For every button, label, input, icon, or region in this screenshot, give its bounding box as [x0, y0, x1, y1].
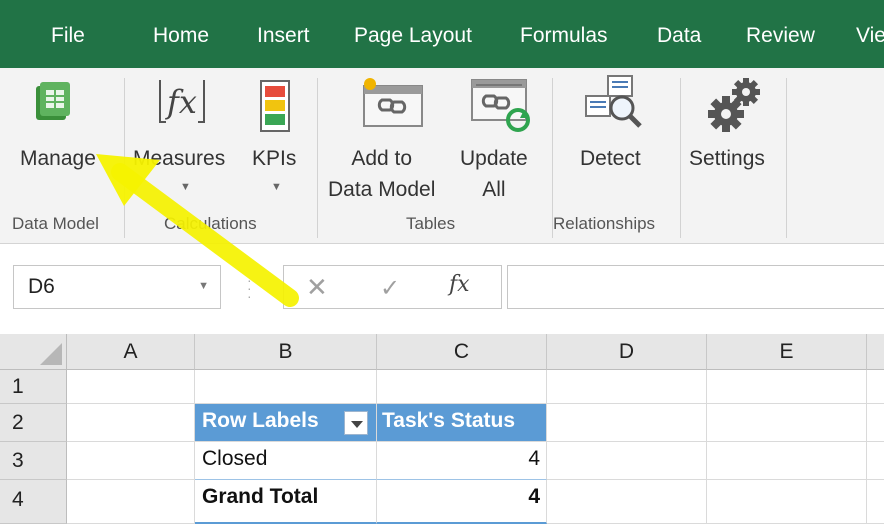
svg-text:fx: fx: [165, 83, 197, 121]
cell[interactable]: [67, 404, 195, 442]
excel-window: { "menu": { "tabs": ["File", "Home", "In…: [0, 0, 884, 524]
function-icon: fx: [156, 78, 208, 129]
column-header-a[interactable]: A: [67, 334, 195, 370]
tab-review[interactable]: Review: [746, 24, 815, 48]
gear-icon: [708, 76, 764, 139]
detect-icon: [584, 74, 644, 135]
cell[interactable]: [67, 370, 195, 404]
settings-button[interactable]: Settings: [689, 143, 765, 174]
measures-button[interactable]: Measures: [133, 143, 225, 174]
cell[interactable]: [67, 442, 195, 480]
cell[interactable]: [707, 404, 867, 442]
kpi-icon: [260, 80, 290, 137]
insert-function-button[interactable]: fx: [449, 272, 470, 297]
pivot-total-value-text: 4: [528, 485, 540, 508]
pivot-row-label-text: Closed: [202, 447, 268, 470]
cell[interactable]: [867, 404, 884, 442]
worksheet-grid: A B C D E 1 2 3 4 Row Labels Task's Stat…: [0, 334, 884, 524]
pivot-row-value-text: 4: [528, 447, 540, 470]
group-label-tables: Tables: [406, 214, 456, 233]
update-all-icon: [466, 76, 532, 137]
cell[interactable]: [867, 442, 884, 480]
filter-dropdown-icon[interactable]: [344, 411, 368, 435]
group-label-calculations: Calculations: [164, 214, 257, 233]
check-icon[interactable]: ✓: [380, 274, 400, 303]
name-box[interactable]: D6 ▼: [13, 265, 221, 309]
cell[interactable]: [707, 442, 867, 480]
ribbon-tab-bar: File Home Insert Page Layout Formulas Da…: [0, 0, 884, 68]
pivot-row-label-cell[interactable]: Closed: [195, 442, 377, 480]
column-header-c[interactable]: C: [377, 334, 547, 370]
cell[interactable]: [867, 480, 884, 524]
manage-button[interactable]: Manage: [20, 143, 96, 174]
row-header-2[interactable]: 2: [0, 404, 67, 442]
cell[interactable]: [867, 370, 884, 404]
cell[interactable]: [547, 480, 707, 524]
update-all-label-1: Update: [460, 147, 528, 170]
tab-home[interactable]: Home: [153, 24, 209, 48]
tab-file[interactable]: File: [51, 24, 85, 48]
pivot-header-value[interactable]: Task's Status: [377, 404, 547, 442]
formula-controls: ✕ ✓ fx: [283, 265, 502, 309]
add-to-data-model-icon: [360, 76, 426, 135]
row-header-1[interactable]: 1: [0, 370, 67, 404]
measures-dropdown-arrow[interactable]: ▼: [180, 181, 191, 193]
tab-page-layout[interactable]: Page Layout: [354, 24, 472, 48]
formula-input[interactable]: [507, 265, 884, 309]
group-separator: [680, 78, 681, 238]
cell[interactable]: [707, 480, 867, 524]
column-header-b[interactable]: B: [195, 334, 377, 370]
cell[interactable]: [67, 480, 195, 524]
tab-insert[interactable]: Insert: [257, 24, 310, 48]
cell[interactable]: [547, 370, 707, 404]
select-all-button[interactable]: [0, 334, 67, 370]
pivot-row-value-cell[interactable]: 4: [377, 442, 547, 480]
cell[interactable]: [547, 442, 707, 480]
tab-view[interactable]: Vie: [856, 24, 884, 48]
group-separator: [786, 78, 787, 238]
pivot-total-value-cell[interactable]: 4: [377, 480, 547, 524]
kpis-button[interactable]: KPIs: [252, 143, 296, 174]
cell[interactable]: [195, 370, 377, 404]
add-to-data-model-button[interactable]: Add to Data Model: [328, 143, 435, 205]
group-separator: [317, 78, 318, 238]
update-all-label-2: All: [482, 178, 506, 201]
pivot-total-label-text: Grand Total: [202, 485, 319, 508]
kpis-dropdown-arrow[interactable]: ▼: [271, 181, 282, 193]
column-header-d[interactable]: D: [547, 334, 707, 370]
formula-bar: D6 ▼ · · · ✕ ✓ fx: [0, 244, 884, 334]
pivot-total-label-cell[interactable]: Grand Total: [195, 480, 377, 524]
group-label-relationships: Relationships: [553, 214, 656, 233]
row-header-3[interactable]: 3: [0, 442, 67, 480]
cell[interactable]: [547, 404, 707, 442]
column-header-e[interactable]: E: [707, 334, 867, 370]
name-box-value: D6: [28, 275, 55, 298]
add-to-data-model-label-1: Add to: [351, 147, 413, 170]
update-all-button[interactable]: Update All: [460, 143, 528, 205]
close-icon[interactable]: ✕: [306, 272, 328, 303]
manage-icon: [34, 80, 74, 129]
tab-formulas[interactable]: Formulas: [520, 24, 608, 48]
group-label-data-model: Data Model: [12, 214, 99, 233]
column-header-f[interactable]: [867, 334, 884, 370]
add-to-data-model-label-2: Data Model: [328, 178, 436, 201]
tab-data[interactable]: Data: [657, 24, 701, 48]
group-separator: [124, 78, 125, 238]
ribbon: Manage Data Model fx Measures ▼ KPIs ▼ C…: [0, 68, 884, 244]
resize-handle-icon[interactable]: · · ·: [247, 273, 253, 303]
cell[interactable]: [377, 370, 547, 404]
row-header-4[interactable]: 4: [0, 480, 67, 524]
detect-button[interactable]: Detect: [580, 143, 641, 174]
cell[interactable]: [707, 370, 867, 404]
pivot-row-labels-text: Row Labels: [202, 409, 319, 432]
pivot-value-header-text: Task's Status: [382, 409, 515, 432]
chevron-down-icon[interactable]: ▼: [198, 280, 209, 292]
